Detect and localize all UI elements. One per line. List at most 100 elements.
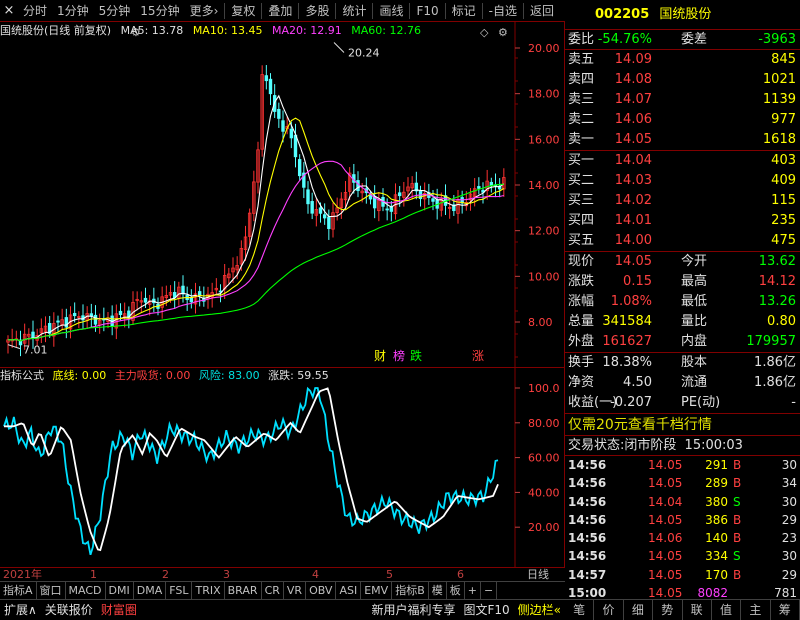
indicator-axis-label: 80.00: [528, 417, 560, 430]
date-label: 1: [90, 568, 97, 581]
bid-label: 买五: [568, 233, 595, 248]
divider: [409, 2, 411, 19]
weibi-value: -54.76%: [597, 32, 652, 47]
stat-row: 净资 4.50 流通 1.86亿: [565, 373, 800, 393]
tab-indicator-a[interactable]: 指标A: [0, 582, 37, 599]
kline-panel[interactable]: 20.00 18.00 16.00 14.00 12.00 10.00 8.00 20.24 7…: [0, 22, 565, 367]
tab-indicator-b[interactable]: 指标B: [392, 582, 429, 599]
indicator-name[interactable]: 指标公式: [0, 369, 44, 382]
more-label: 更多: [189, 3, 214, 18]
status-label: 交易状态:: [568, 438, 625, 453]
tick-count: 23: [781, 531, 797, 546]
quote-tab[interactable]: 联: [683, 600, 712, 620]
indicator-panel[interactable]: 100.0 80.00 60.00 40.00 20.00 指标公式 底线: 0.00 …: [0, 367, 565, 568]
tick-count: 29: [781, 567, 797, 582]
tab-board[interactable]: 板: [447, 582, 465, 599]
remove-window-button[interactable]: −: [481, 582, 498, 599]
high-label: 20.24: [348, 47, 380, 60]
quote-tab[interactable]: 价: [594, 600, 624, 620]
tick-row: 14:56 14.05 334 S 30: [565, 547, 800, 565]
tab-5min[interactable]: 5分钟: [94, 0, 136, 22]
divider: [298, 2, 300, 19]
add-window-button[interactable]: +: [465, 582, 481, 599]
duogu-button[interactable]: 多股: [300, 0, 334, 22]
tab-cr[interactable]: CR: [262, 582, 284, 599]
chevron-right-icon: ›: [213, 3, 219, 18]
bid-label: 买四: [568, 213, 595, 228]
ask-price: 14.09: [614, 52, 652, 67]
promo-banner[interactable]: 仅需20元查看千档行情: [565, 414, 800, 436]
tab-emv[interactable]: EMV: [361, 582, 393, 599]
quote-tab[interactable]: 值: [712, 600, 742, 620]
candle-body: [189, 297, 194, 303]
f10-button[interactable]: F10: [411, 0, 443, 22]
tab-dmi[interactable]: DMI: [106, 582, 134, 599]
tab-vr[interactable]: VR: [284, 582, 307, 599]
quote-tab[interactable]: 势: [653, 600, 683, 620]
tick-side: B: [733, 458, 742, 472]
event-marker[interactable]: 跌: [410, 348, 422, 363]
tab-15min[interactable]: 15分钟: [135, 0, 184, 22]
tab-window[interactable]: 窗口: [37, 582, 66, 599]
kline-chart[interactable]: 20.00 18.00 16.00 14.00 12.00 10.00 8.00 20.24 7…: [0, 22, 564, 367]
quote-tab[interactable]: 细: [624, 600, 654, 620]
divider: [261, 2, 263, 19]
close-icon[interactable]: ×: [0, 3, 18, 18]
tab-template[interactable]: 模: [429, 582, 447, 599]
related-quotes-button[interactable]: 关联报价: [41, 600, 97, 620]
tongji-button[interactable]: 统计: [337, 0, 371, 22]
tick-time: 14:56: [568, 512, 607, 527]
back-button[interactable]: 返回: [525, 0, 559, 22]
event-marker[interactable]: 榜: [393, 348, 405, 363]
indicator-header: 指标公式 底线: 0.00 主力吸货: 0.00 风险: 83.00 涨跌: 5…: [0, 368, 515, 384]
period-label[interactable]: 日线: [527, 568, 549, 581]
tick-time: 14:56: [568, 494, 607, 509]
tab-fsl[interactable]: FSL: [166, 582, 193, 599]
stock-name: 国统股份: [659, 7, 712, 22]
more-button[interactable]: 更多›: [185, 0, 224, 22]
ask-price: 14.05: [614, 132, 652, 147]
fuquan-button[interactable]: 复权: [226, 0, 260, 22]
remove-watchlist-button[interactable]: -自选: [484, 0, 522, 22]
stat-value: 14.05: [614, 254, 652, 269]
huaxian-button[interactable]: 画线: [374, 0, 408, 22]
tab-dma[interactable]: DMA: [134, 582, 167, 599]
wealth-circle-button[interactable]: 财富圈: [97, 600, 141, 620]
event-marker[interactable]: 涨: [472, 348, 484, 363]
ask-row: 卖二 14.06 977: [565, 110, 800, 130]
tick-volume: 386: [705, 512, 728, 527]
f10-text-button[interactable]: 图文F10: [459, 600, 513, 620]
tab-trix[interactable]: TRIX: [192, 582, 225, 599]
tab-fenshi[interactable]: 分时: [18, 0, 52, 22]
quote-tab[interactable]: 笔: [565, 600, 595, 620]
bid-volume: 475: [771, 233, 796, 248]
candle-body: [93, 314, 98, 325]
tick-time: 14:56: [568, 549, 607, 564]
biaoji-button[interactable]: 标记: [447, 0, 481, 22]
diejia-button[interactable]: 叠加: [263, 0, 297, 22]
new-user-benefit-link[interactable]: 新用户福利专享: [367, 600, 459, 620]
stat-value: -: [791, 395, 796, 410]
tab-asi[interactable]: ASI: [336, 582, 362, 599]
tab-brar[interactable]: BRAR: [225, 582, 262, 599]
tick-list[interactable]: 14:56 14.05 291 B 30 14:56 14.05 289 B 34 14:56 14.…: [565, 456, 800, 602]
bid-book: 买一 14.04 403 买二 14.03 409 买三 14.02 115 买四 14.01 235…: [565, 151, 800, 252]
indicator-chart[interactable]: 100.0 80.00 60.00 40.00 20.00: [0, 368, 564, 568]
event-marker[interactable]: 财: [374, 349, 386, 363]
tab-macd[interactable]: MACD: [66, 582, 106, 599]
tab-obv[interactable]: OBV: [306, 582, 337, 599]
sidebar-toggle-button[interactable]: 侧边栏«: [514, 600, 565, 620]
stat-value: 14.12: [758, 274, 796, 289]
bid-price: 14.00: [614, 233, 652, 248]
tab-1min[interactable]: 1分钟: [52, 0, 94, 22]
low-label: 7.01: [23, 344, 48, 357]
stat-value: 18.38%: [602, 355, 652, 370]
stat-label: 今开: [681, 254, 708, 269]
quote-tab[interactable]: 筹: [771, 600, 800, 620]
stat-label: 量比: [681, 314, 708, 329]
candle-body: [289, 128, 294, 139]
expand-button[interactable]: 扩展∧: [0, 600, 41, 620]
weicha-label: 委差: [681, 32, 708, 47]
quote-tab[interactable]: 主: [741, 600, 771, 620]
